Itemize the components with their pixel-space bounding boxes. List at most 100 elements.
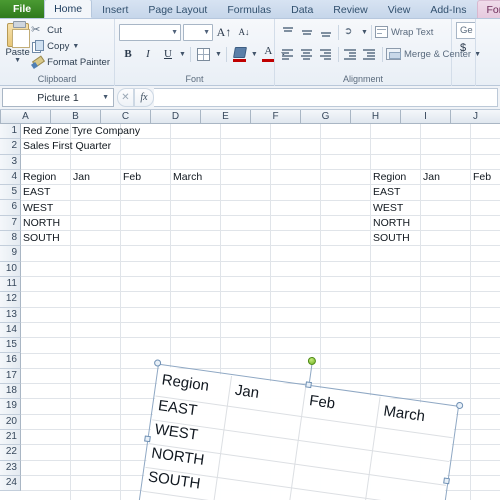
row-header-13[interactable]: 13 <box>0 307 21 323</box>
chevron-down-icon[interactable]: ▼ <box>102 94 109 101</box>
ribbon-tab-file[interactable]: File <box>0 0 45 18</box>
column-header-j[interactable]: J <box>451 110 500 124</box>
cell[interactable]: Sales First Quarter <box>21 139 111 154</box>
name-box[interactable]: Picture 1 ▼ <box>2 88 114 107</box>
column-header-a[interactable]: A <box>1 110 51 124</box>
align-left-button[interactable] <box>279 45 297 63</box>
row-header-15[interactable]: 15 <box>0 338 21 354</box>
insert-function-button[interactable]: fx <box>134 88 154 107</box>
orientation-button[interactable]: ➲ <box>342 23 360 41</box>
bold-button[interactable]: B <box>119 45 137 63</box>
cell[interactable]: WEST <box>371 201 403 216</box>
cell[interactable]: Feb <box>121 170 141 185</box>
row-header-18[interactable]: 18 <box>0 384 21 400</box>
cell[interactable]: SOUTH <box>21 231 60 246</box>
ribbon-tab-format[interactable]: Format <box>476 0 500 18</box>
column-header-h[interactable]: H <box>351 110 401 124</box>
row-header-24[interactable]: 24 <box>0 475 21 492</box>
align-middle-button[interactable] <box>298 23 316 41</box>
row-header-2[interactable]: 2 <box>0 139 21 155</box>
row-header-7[interactable]: 7 <box>0 215 21 232</box>
chevron-down-icon[interactable]: ▼ <box>215 51 222 58</box>
ribbon-tab-view[interactable]: View <box>378 0 421 18</box>
chevron-down-icon[interactable]: ▼ <box>251 51 258 58</box>
row-header-16[interactable]: 16 <box>0 353 21 369</box>
cell[interactable]: WEST <box>21 201 53 216</box>
row-header-12[interactable]: 12 <box>0 292 21 308</box>
cell[interactable]: SOUTH <box>371 231 410 246</box>
chevron-down-icon[interactable]: ▼ <box>361 29 368 36</box>
shrink-font-button[interactable]: A↓ <box>235 23 253 41</box>
row-header-20[interactable]: 20 <box>0 414 21 430</box>
paste-button[interactable]: Paste ▼ <box>4 21 31 64</box>
resize-handle-top-center[interactable] <box>305 381 312 389</box>
resize-handle-top-right[interactable] <box>455 401 464 410</box>
row-header-10[interactable]: 10 <box>0 261 21 277</box>
row-header-6[interactable]: 6 <box>0 200 21 216</box>
align-center-button[interactable] <box>298 45 316 63</box>
resize-handle-middle-left[interactable] <box>144 435 151 443</box>
resize-handle-middle-right[interactable] <box>443 477 450 485</box>
align-bottom-button[interactable] <box>317 23 335 41</box>
ribbon-tab-data[interactable]: Data <box>281 0 323 18</box>
column-header-f[interactable]: F <box>251 110 301 124</box>
cell[interactable]: EAST <box>21 185 50 200</box>
wrap-text-button[interactable]: Wrap Text <box>374 24 433 40</box>
row-header-11[interactable]: 11 <box>0 276 21 293</box>
currency-format-button[interactable]: $ <box>456 42 466 54</box>
column-header-d[interactable]: D <box>151 110 201 124</box>
row-header-14[interactable]: 14 <box>0 322 21 339</box>
chevron-down-icon[interactable]: ▼ <box>179 51 186 58</box>
cancel-formula-button[interactable]: ✕ <box>117 88 134 107</box>
cell[interactable]: Region <box>21 170 56 185</box>
number-format-select[interactable]: Ge <box>456 22 475 39</box>
ribbon-tab-review[interactable]: Review <box>323 0 377 18</box>
row-header-9[interactable]: 9 <box>0 246 21 262</box>
grow-font-button[interactable]: A↑ <box>215 23 233 41</box>
column-header-c[interactable]: C <box>101 110 151 124</box>
increase-indent-button[interactable] <box>361 45 379 63</box>
row-header-19[interactable]: 19 <box>0 399 21 415</box>
column-header-g[interactable]: G <box>301 110 351 124</box>
row-header-3[interactable]: 3 <box>0 154 21 170</box>
rotation-handle[interactable] <box>307 356 317 366</box>
row-header-22[interactable]: 22 <box>0 445 21 461</box>
italic-button[interactable]: I <box>139 45 157 63</box>
formula-input[interactable] <box>154 88 498 107</box>
font-size-input[interactable]: ▼ <box>183 23 213 41</box>
row-header-5[interactable]: 5 <box>0 185 21 201</box>
cell[interactable]: Region <box>371 170 406 185</box>
ribbon-tab-page-layout[interactable]: Page Layout <box>138 0 217 18</box>
column-header-i[interactable]: I <box>401 110 451 124</box>
format-painter-button[interactable]: Format Painter <box>31 55 110 70</box>
cell[interactable]: EAST <box>371 185 400 200</box>
copy-button[interactable]: Copy ▼ <box>31 39 110 54</box>
cut-button[interactable]: Cut <box>31 23 110 38</box>
cell[interactable]: March <box>171 170 202 185</box>
cell[interactable]: Feb <box>471 170 491 185</box>
row-header-17[interactable]: 17 <box>0 368 21 385</box>
ribbon-tab-add-ins[interactable]: Add-Ins <box>420 0 476 18</box>
cell[interactable]: NORTH <box>21 216 60 231</box>
align-right-button[interactable] <box>317 45 335 63</box>
ribbon-tab-insert[interactable]: Insert <box>92 0 138 18</box>
row-header-8[interactable]: 8 <box>0 231 21 247</box>
column-header-e[interactable]: E <box>201 110 251 124</box>
ribbon-tab-formulas[interactable]: Formulas <box>217 0 281 18</box>
row-header-23[interactable]: 23 <box>0 460 21 476</box>
row-header-21[interactable]: 21 <box>0 429 21 446</box>
cell[interactable]: NORTH <box>371 216 410 231</box>
cell[interactable]: Jan <box>421 170 440 185</box>
decrease-indent-button[interactable] <box>342 45 360 63</box>
select-all-corner-button[interactable] <box>0 110 1 124</box>
font-name-input[interactable]: ▼ <box>119 23 181 41</box>
row-header-1[interactable]: 1 <box>0 124 21 140</box>
column-header-b[interactable]: B <box>51 110 101 124</box>
cell[interactable]: Jan <box>71 170 90 185</box>
borders-button[interactable] <box>195 45 213 63</box>
cell[interactable]: Red Zone Tyre Company <box>21 124 140 139</box>
underline-button[interactable]: U <box>159 45 177 63</box>
picture-object[interactable]: Region Jan Feb March EAST WEST NORTH SOUTH <box>136 356 464 500</box>
row-header-4[interactable]: 4 <box>0 169 21 186</box>
fill-color-button[interactable] <box>231 45 249 63</box>
